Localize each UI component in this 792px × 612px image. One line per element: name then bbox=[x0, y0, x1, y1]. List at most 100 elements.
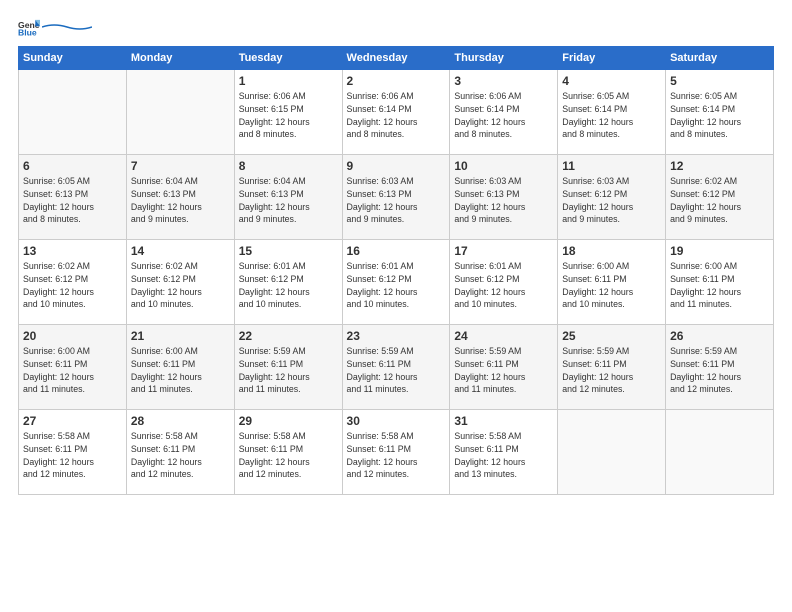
day-info: Sunrise: 6:00 AM Sunset: 6:11 PM Dayligh… bbox=[131, 345, 230, 396]
svg-text:Blue: Blue bbox=[18, 28, 37, 36]
weekday-header: Monday bbox=[126, 47, 234, 70]
day-info: Sunrise: 6:06 AM Sunset: 6:14 PM Dayligh… bbox=[347, 90, 446, 141]
calendar-week-row: 20 Sunrise: 6:00 AM Sunset: 6:11 PM Dayli… bbox=[19, 325, 774, 410]
calendar-day-cell: 9 Sunrise: 6:03 AM Sunset: 6:13 PM Daylig… bbox=[342, 155, 450, 240]
calendar-day-cell: 16Sunrise: 6:01 AM Sunset: 6:12 PM Dayli… bbox=[342, 240, 450, 325]
calendar-day-cell: 8Sunrise: 6:04 AM Sunset: 6:13 PM Daylig… bbox=[234, 155, 342, 240]
day-info: Sunrise: 5:58 AM Sunset: 6:11 PM Dayligh… bbox=[23, 430, 122, 481]
weekday-header: Friday bbox=[558, 47, 666, 70]
day-number: 2 bbox=[347, 74, 446, 88]
day-number: 5 bbox=[670, 74, 769, 88]
day-info: Sunrise: 6:04 AM Sunset: 6:13 PM Dayligh… bbox=[131, 175, 230, 226]
day-info: Sunrise: 6:00 AM Sunset: 6:11 PM Dayligh… bbox=[23, 345, 122, 396]
weekday-header: Saturday bbox=[666, 47, 774, 70]
logo-icon: General Blue bbox=[18, 18, 40, 36]
calendar-day-cell: 25 Sunrise: 5:59 AM Sunset: 6:11 PM Dayli… bbox=[558, 325, 666, 410]
day-number: 26 bbox=[670, 329, 769, 343]
day-number: 15 bbox=[239, 244, 338, 258]
calendar-day-cell: 10 Sunrise: 6:03 AM Sunset: 6:13 PM Dayli… bbox=[450, 155, 558, 240]
calendar-week-row: 13 Sunrise: 6:02 AM Sunset: 6:12 PM Dayli… bbox=[19, 240, 774, 325]
calendar-day-cell: 17Sunrise: 6:01 AM Sunset: 6:12 PM Dayli… bbox=[450, 240, 558, 325]
calendar-day-cell: 12 Sunrise: 6:02 AM Sunset: 6:12 PM Dayli… bbox=[666, 155, 774, 240]
logo-wave bbox=[42, 23, 92, 31]
calendar-day-cell: 4 Sunrise: 6:05 AM Sunset: 6:14 PM Daylig… bbox=[558, 70, 666, 155]
calendar-day-cell: 20 Sunrise: 6:00 AM Sunset: 6:11 PM Dayli… bbox=[19, 325, 127, 410]
calendar-day-cell bbox=[19, 70, 127, 155]
calendar-day-cell: 11 Sunrise: 6:03 AM Sunset: 6:12 PM Dayli… bbox=[558, 155, 666, 240]
day-number: 29 bbox=[239, 414, 338, 428]
weekday-header: Thursday bbox=[450, 47, 558, 70]
calendar-day-cell: 15 Sunrise: 6:01 AM Sunset: 6:12 PM Dayli… bbox=[234, 240, 342, 325]
day-info: Sunrise: 5:59 AM Sunset: 6:11 PM Dayligh… bbox=[454, 345, 553, 396]
calendar-header-row: SundayMondayTuesdayWednesdayThursdayFrid… bbox=[19, 47, 774, 70]
calendar-week-row: 6Sunrise: 6:05 AM Sunset: 6:13 PM Daylig… bbox=[19, 155, 774, 240]
weekday-header: Wednesday bbox=[342, 47, 450, 70]
calendar-day-cell: 29Sunrise: 5:58 AM Sunset: 6:11 PM Dayli… bbox=[234, 410, 342, 495]
day-number: 10 bbox=[454, 159, 553, 173]
day-number: 14 bbox=[131, 244, 230, 258]
day-info: Sunrise: 6:02 AM Sunset: 6:12 PM Dayligh… bbox=[131, 260, 230, 311]
day-number: 17 bbox=[454, 244, 553, 258]
day-info: Sunrise: 6:05 AM Sunset: 6:13 PM Dayligh… bbox=[23, 175, 122, 226]
day-info: Sunrise: 6:06 AM Sunset: 6:15 PM Dayligh… bbox=[239, 90, 338, 141]
day-number: 18 bbox=[562, 244, 661, 258]
day-number: 25 bbox=[562, 329, 661, 343]
day-info: Sunrise: 6:02 AM Sunset: 6:12 PM Dayligh… bbox=[23, 260, 122, 311]
day-number: 3 bbox=[454, 74, 553, 88]
calendar-day-cell bbox=[126, 70, 234, 155]
day-number: 1 bbox=[239, 74, 338, 88]
calendar-table: SundayMondayTuesdayWednesdayThursdayFrid… bbox=[18, 46, 774, 495]
day-info: Sunrise: 6:02 AM Sunset: 6:12 PM Dayligh… bbox=[670, 175, 769, 226]
day-info: Sunrise: 5:59 AM Sunset: 6:11 PM Dayligh… bbox=[347, 345, 446, 396]
day-number: 9 bbox=[347, 159, 446, 173]
calendar-day-cell: 23Sunrise: 5:59 AM Sunset: 6:11 PM Dayli… bbox=[342, 325, 450, 410]
calendar-day-cell: 14 Sunrise: 6:02 AM Sunset: 6:12 PM Dayli… bbox=[126, 240, 234, 325]
day-info: Sunrise: 6:05 AM Sunset: 6:14 PM Dayligh… bbox=[670, 90, 769, 141]
day-number: 7 bbox=[131, 159, 230, 173]
day-info: Sunrise: 6:01 AM Sunset: 6:12 PM Dayligh… bbox=[239, 260, 338, 311]
day-info: Sunrise: 5:59 AM Sunset: 6:11 PM Dayligh… bbox=[562, 345, 661, 396]
calendar-day-cell: 5 Sunrise: 6:05 AM Sunset: 6:14 PM Daylig… bbox=[666, 70, 774, 155]
calendar-day-cell: 1 Sunrise: 6:06 AM Sunset: 6:15 PM Daylig… bbox=[234, 70, 342, 155]
calendar-day-cell: 18 Sunrise: 6:00 AM Sunset: 6:11 PM Dayli… bbox=[558, 240, 666, 325]
logo: General Blue bbox=[18, 18, 92, 36]
day-info: Sunrise: 6:00 AM Sunset: 6:11 PM Dayligh… bbox=[670, 260, 769, 311]
day-info: Sunrise: 6:03 AM Sunset: 6:12 PM Dayligh… bbox=[562, 175, 661, 226]
weekday-header: Sunday bbox=[19, 47, 127, 70]
calendar-day-cell: 24Sunrise: 5:59 AM Sunset: 6:11 PM Dayli… bbox=[450, 325, 558, 410]
calendar-day-cell: 21Sunrise: 6:00 AM Sunset: 6:11 PM Dayli… bbox=[126, 325, 234, 410]
day-number: 16 bbox=[347, 244, 446, 258]
day-number: 19 bbox=[670, 244, 769, 258]
day-info: Sunrise: 5:58 AM Sunset: 6:11 PM Dayligh… bbox=[131, 430, 230, 481]
day-number: 13 bbox=[23, 244, 122, 258]
day-info: Sunrise: 6:03 AM Sunset: 6:13 PM Dayligh… bbox=[454, 175, 553, 226]
calendar-day-cell: 3Sunrise: 6:06 AM Sunset: 6:14 PM Daylig… bbox=[450, 70, 558, 155]
calendar-day-cell: 31Sunrise: 5:58 AM Sunset: 6:11 PM Dayli… bbox=[450, 410, 558, 495]
calendar-day-cell bbox=[558, 410, 666, 495]
day-number: 20 bbox=[23, 329, 122, 343]
day-info: Sunrise: 5:59 AM Sunset: 6:11 PM Dayligh… bbox=[670, 345, 769, 396]
calendar-day-cell: 26 Sunrise: 5:59 AM Sunset: 6:11 PM Dayli… bbox=[666, 325, 774, 410]
day-number: 31 bbox=[454, 414, 553, 428]
day-number: 22 bbox=[239, 329, 338, 343]
calendar-day-cell: 13 Sunrise: 6:02 AM Sunset: 6:12 PM Dayli… bbox=[19, 240, 127, 325]
day-number: 12 bbox=[670, 159, 769, 173]
calendar-day-cell: 28 Sunrise: 5:58 AM Sunset: 6:11 PM Dayli… bbox=[126, 410, 234, 495]
day-number: 4 bbox=[562, 74, 661, 88]
day-info: Sunrise: 6:03 AM Sunset: 6:13 PM Dayligh… bbox=[347, 175, 446, 226]
day-number: 8 bbox=[239, 159, 338, 173]
calendar-day-cell: 6Sunrise: 6:05 AM Sunset: 6:13 PM Daylig… bbox=[19, 155, 127, 240]
day-number: 30 bbox=[347, 414, 446, 428]
calendar-week-row: 27 Sunrise: 5:58 AM Sunset: 6:11 PM Dayli… bbox=[19, 410, 774, 495]
calendar-day-cell: 30Sunrise: 5:58 AM Sunset: 6:11 PM Dayli… bbox=[342, 410, 450, 495]
day-number: 11 bbox=[562, 159, 661, 173]
calendar-day-cell bbox=[666, 410, 774, 495]
day-number: 28 bbox=[131, 414, 230, 428]
day-info: Sunrise: 6:05 AM Sunset: 6:14 PM Dayligh… bbox=[562, 90, 661, 141]
calendar-day-cell: 2 Sunrise: 6:06 AM Sunset: 6:14 PM Daylig… bbox=[342, 70, 450, 155]
day-number: 27 bbox=[23, 414, 122, 428]
day-info: Sunrise: 6:00 AM Sunset: 6:11 PM Dayligh… bbox=[562, 260, 661, 311]
calendar-day-cell: 7 Sunrise: 6:04 AM Sunset: 6:13 PM Daylig… bbox=[126, 155, 234, 240]
calendar-week-row: 1 Sunrise: 6:06 AM Sunset: 6:15 PM Daylig… bbox=[19, 70, 774, 155]
day-info: Sunrise: 5:59 AM Sunset: 6:11 PM Dayligh… bbox=[239, 345, 338, 396]
